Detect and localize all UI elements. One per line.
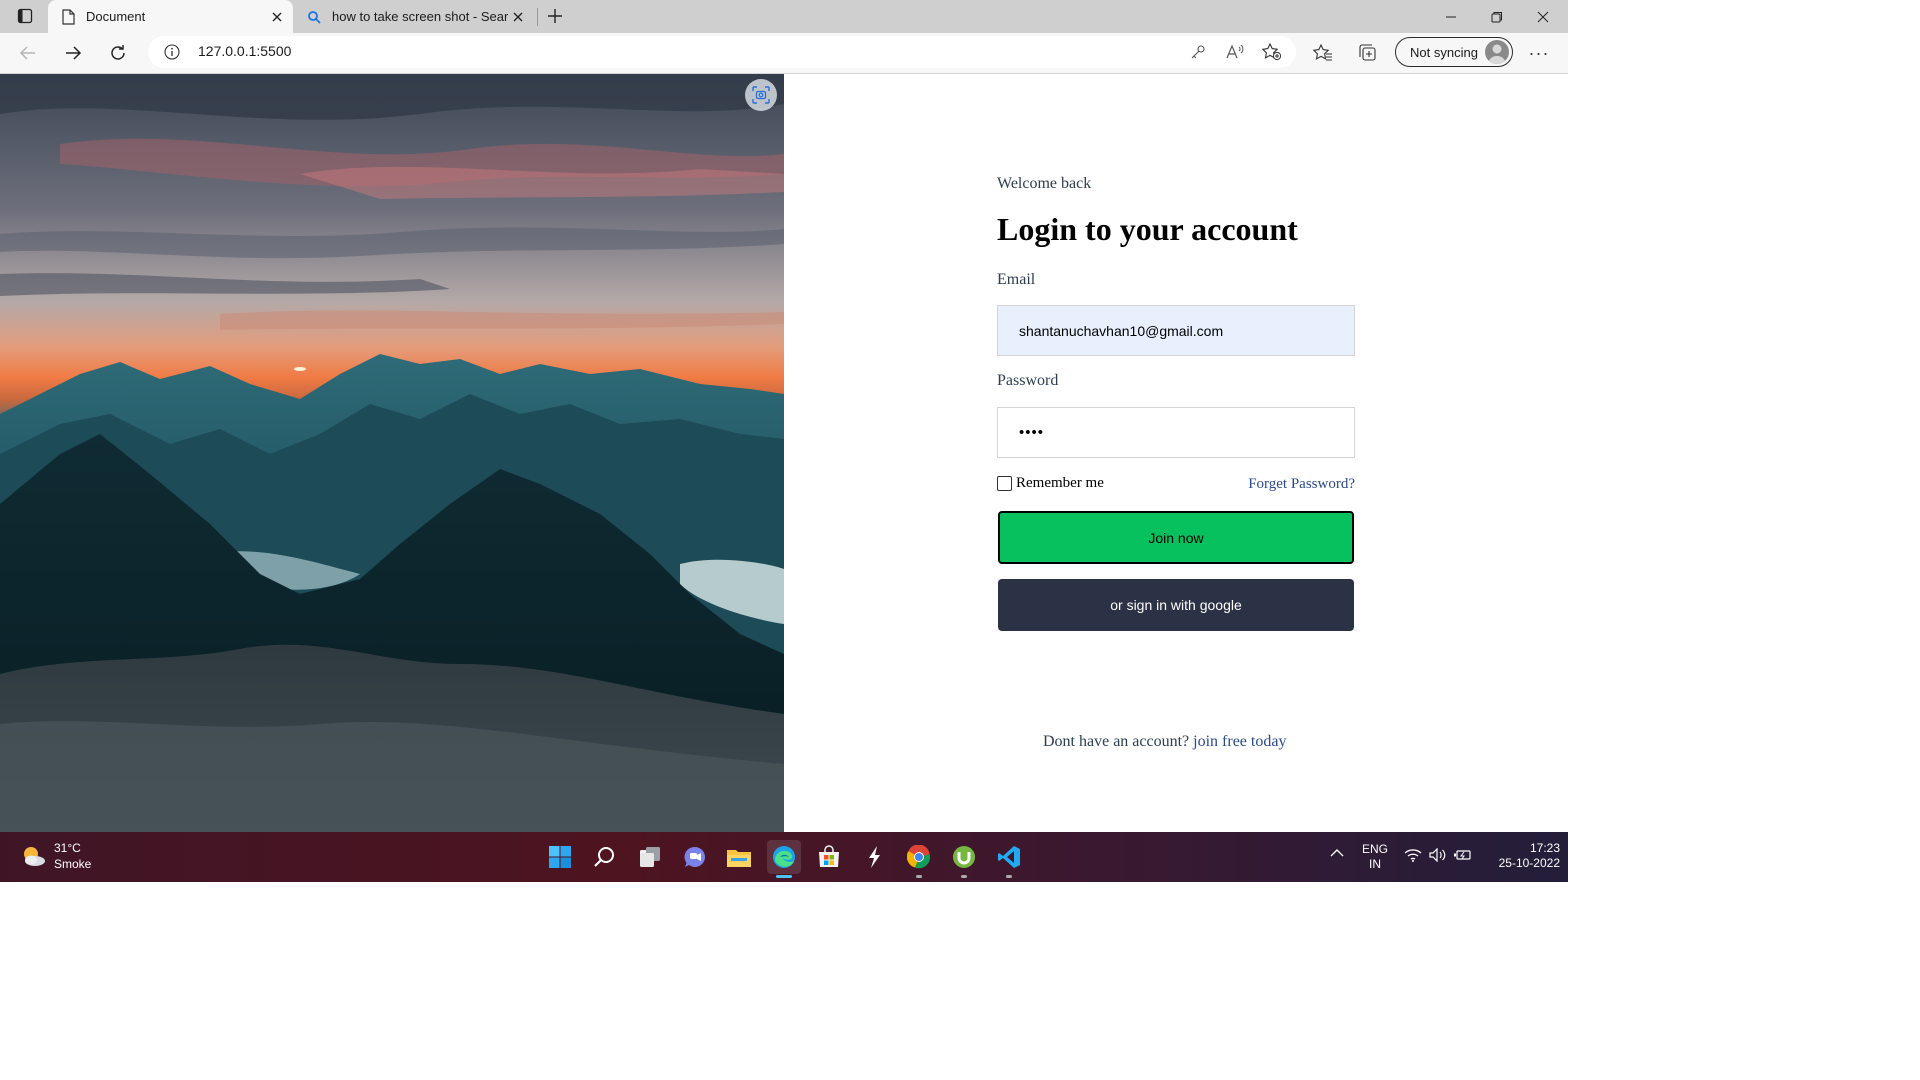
- language-indicator[interactable]: ENG IN: [1360, 842, 1390, 872]
- vscode-icon[interactable]: [992, 840, 1026, 878]
- page-icon: [60, 8, 76, 25]
- running-indicator: [916, 875, 922, 878]
- remember-me: Remember me: [997, 475, 1104, 492]
- back-icon[interactable]: [13, 38, 43, 68]
- tab-separator: [537, 8, 538, 26]
- weather-temp: 31°C: [54, 841, 81, 855]
- welcome-text: Welcome back: [997, 175, 1092, 192]
- task-view-icon[interactable]: [633, 840, 667, 874]
- address-bar[interactable]: 127.0.0.1:5500: [148, 36, 1296, 68]
- file-explorer-icon[interactable]: [722, 840, 756, 874]
- collections-icon[interactable]: [1356, 41, 1380, 65]
- visual-search-icon[interactable]: [745, 79, 777, 111]
- signup-prompt: Dont have an account? join free today: [1043, 733, 1286, 751]
- email-label: Email: [997, 271, 1036, 288]
- email-value: shantanuchavhan10@gmail.com: [1019, 322, 1224, 339]
- tab-title: Document: [86, 9, 146, 24]
- weather-desc: Smoke: [54, 857, 92, 871]
- clock[interactable]: 17:23 25-10-2022: [1480, 841, 1560, 871]
- forward-icon[interactable]: [58, 38, 88, 68]
- running-indicator: [961, 875, 967, 878]
- close-window-icon[interactable]: [1520, 0, 1566, 33]
- battery-icon[interactable]: [1453, 848, 1471, 866]
- mountain-sunset-image: [0, 74, 784, 832]
- page-title: Login to your account: [997, 211, 1298, 247]
- wifi-icon[interactable]: [1404, 848, 1422, 866]
- more-options-icon[interactable]: ···: [1526, 41, 1552, 65]
- utorrent-icon[interactable]: [947, 840, 981, 878]
- chrome-icon[interactable]: [902, 840, 936, 878]
- minimize-icon[interactable]: [1428, 0, 1474, 33]
- restore-icon[interactable]: [1474, 0, 1520, 33]
- search-icon: [306, 9, 322, 25]
- favorites-icon[interactable]: [1311, 41, 1335, 65]
- running-indicator: [1006, 875, 1012, 878]
- volume-icon[interactable]: [1429, 847, 1447, 866]
- address-text: 127.0.0.1:5500: [198, 43, 292, 59]
- tab-search[interactable]: how to take screen shot - Search: [296, 0, 534, 33]
- browser-tab-strip: Document how to take screen shot - Searc…: [0, 0, 1568, 33]
- store-icon[interactable]: [812, 840, 846, 874]
- read-aloud-icon[interactable]: [1225, 42, 1245, 62]
- site-info-icon[interactable]: [164, 44, 180, 60]
- edge-icon[interactable]: [767, 840, 801, 878]
- active-indicator: [776, 875, 792, 878]
- join-free-link[interactable]: join free today: [1193, 733, 1286, 750]
- email-field[interactable]: shantanuchavhan10@gmail.com: [997, 305, 1355, 356]
- tab-title: how to take screen shot - Search: [332, 9, 508, 24]
- remember-me-label: Remember me: [1016, 475, 1104, 491]
- key-icon[interactable]: [1188, 42, 1208, 62]
- browser-toolbar: 127.0.0.1:5500 Not syncing ···: [0, 33, 1568, 74]
- close-tab-icon[interactable]: [267, 7, 287, 27]
- remember-me-checkbox[interactable]: [997, 476, 1012, 491]
- show-hidden-icons-icon[interactable]: [1330, 847, 1344, 862]
- windows-start-icon[interactable]: [543, 840, 577, 874]
- new-tab-icon[interactable]: [543, 4, 567, 28]
- weather-widget[interactable]: 31°C Smoke: [20, 840, 91, 872]
- avatar: [1485, 40, 1509, 64]
- clock-time: 17:23: [1529, 841, 1560, 855]
- password-label: Password: [997, 372, 1059, 389]
- app-bolt-icon[interactable]: [857, 840, 891, 874]
- language-line1: ENG: [1361, 842, 1388, 856]
- taskbar: 31°C Smoke ENG IN 17:23 25-10-2022: [0, 832, 1568, 882]
- sync-label: Not syncing: [1410, 44, 1478, 60]
- signup-prompt-text: Dont have an account?: [1043, 733, 1190, 750]
- search-icon[interactable]: [588, 840, 622, 874]
- language-line2: IN: [1369, 857, 1381, 871]
- close-tab-icon[interactable]: [508, 7, 528, 27]
- google-sign-in-button[interactable]: or sign in with google: [998, 579, 1354, 631]
- clock-date: 25-10-2022: [1498, 856, 1560, 870]
- tab-actions-icon[interactable]: [8, 4, 42, 28]
- join-now-button[interactable]: Join now: [998, 511, 1354, 564]
- password-field[interactable]: ••••: [997, 407, 1355, 458]
- tab-document[interactable]: Document: [48, 0, 293, 33]
- teams-chat-icon[interactable]: [678, 840, 712, 874]
- forgot-password-link[interactable]: Forget Password?: [1248, 476, 1355, 493]
- refresh-icon[interactable]: [103, 38, 133, 68]
- add-favorite-icon[interactable]: [1262, 42, 1282, 62]
- profile-sync-button[interactable]: Not syncing: [1395, 37, 1513, 67]
- weather-sun-icon: [20, 843, 46, 869]
- password-value: ••••: [1019, 424, 1045, 441]
